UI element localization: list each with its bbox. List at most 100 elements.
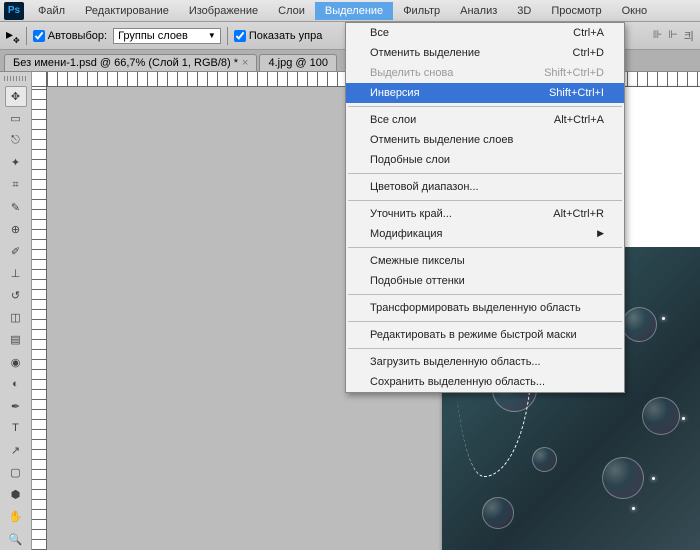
wand-tool[interactable]: ✦ [5, 153, 27, 173]
tab-label: 4.jpg @ 100 [268, 57, 328, 69]
menu-item[interactable]: Цветовой диапазон... [346, 177, 624, 197]
menu-item[interactable]: Сохранить выделенную область... [346, 372, 624, 392]
menu-item[interactable]: Уточнить край... Alt+Ctrl+R [346, 204, 624, 224]
menu-item-label: Все слои [370, 114, 416, 126]
menu-shortcut: Alt+Ctrl+A [554, 114, 604, 126]
eyedropper-tool[interactable]: ✎ [5, 197, 27, 217]
hand-tool[interactable]: ✋ [5, 507, 27, 527]
menu-image[interactable]: Изображение [179, 2, 268, 20]
menu-3d[interactable]: 3D [507, 2, 541, 20]
menu-item-label: Уточнить край... [370, 208, 452, 220]
menu-item[interactable]: Подобные слои [346, 150, 624, 170]
stamp-tool[interactable]: ⊥ [5, 263, 27, 283]
menu-layers[interactable]: Слои [268, 2, 315, 20]
move-tool-icon: ▸✥ [6, 26, 20, 45]
path-tool[interactable]: ↗ [5, 440, 27, 460]
3d-tool[interactable]: ⬢ [5, 485, 27, 505]
app-logo: Ps [4, 2, 24, 20]
autoselect-checkbox[interactable]: Автовыбор: [33, 30, 107, 42]
menu-separator [348, 200, 622, 201]
menu-analysis[interactable]: Анализ [450, 2, 507, 20]
divider [227, 27, 228, 45]
heal-tool[interactable]: ⊕ [5, 219, 27, 239]
ruler-vertical[interactable] [32, 87, 47, 550]
history-brush-tool[interactable]: ↺ [5, 286, 27, 306]
menu-item-label: Сохранить выделенную область... [370, 376, 545, 388]
submenu-arrow-icon: ▶ [597, 228, 604, 240]
menu-item-label: Трансформировать выделенную область [370, 302, 581, 314]
menu-item[interactable]: Отменить выделение слоев [346, 130, 624, 150]
menu-item[interactable]: Редактировать в режиме быстрой маски [346, 325, 624, 345]
menu-item[interactable]: Трансформировать выделенную область [346, 298, 624, 318]
document-tab[interactable]: Без имени-1.psd @ 66,7% (Слой 1, RGB/8) … [4, 54, 257, 71]
show-controls-input[interactable] [234, 30, 246, 42]
menu-item-label: Отменить выделение [370, 47, 480, 59]
menu-item-label: Все [370, 27, 389, 39]
type-tool[interactable]: T [5, 418, 27, 438]
brush-tool[interactable]: ✐ [5, 241, 27, 261]
panel-grip[interactable] [4, 76, 28, 81]
close-icon[interactable]: × [242, 57, 248, 69]
menu-item-label: Цветовой диапазон... [370, 181, 479, 193]
menu-separator [348, 348, 622, 349]
chevron-down-icon: ▼ [208, 31, 216, 40]
menu-item[interactable]: Подобные оттенки [346, 271, 624, 291]
eraser-tool[interactable]: ◫ [5, 308, 27, 328]
blur-tool[interactable]: ◉ [5, 352, 27, 372]
menu-separator [348, 247, 622, 248]
menu-file[interactable]: Файл [28, 2, 75, 20]
menu-item[interactable]: Модификация ▶ [346, 224, 624, 244]
menu-item-label: Модификация [370, 228, 443, 240]
menu-separator [348, 173, 622, 174]
menu-item-label: Загрузить выделенную область... [370, 356, 541, 368]
dodge-tool[interactable]: ◐ [5, 374, 27, 394]
menu-item-label: Отменить выделение слоев [370, 134, 513, 146]
autoselect-input[interactable] [33, 30, 45, 42]
menu-select[interactable]: Выделение [315, 2, 393, 20]
autoselect-dropdown[interactable]: Группы слоев ▼ [113, 28, 221, 44]
menu-item-label: Редактировать в режиме быстрой маски [370, 329, 577, 341]
menu-view[interactable]: Просмотр [541, 2, 611, 20]
menu-filter[interactable]: Фильтр [393, 2, 450, 20]
autoselect-label: Автовыбор: [48, 30, 107, 42]
menu-item-label: Выделить снова [370, 67, 453, 79]
marquee-tool[interactable]: ▭ [5, 109, 27, 129]
move-tool[interactable]: ✥ [5, 86, 27, 106]
align-icon[interactable]: 킈 [684, 28, 694, 44]
menu-shortcut: Alt+Ctrl+R [553, 208, 604, 220]
menu-edit[interactable]: Редактирование [75, 2, 179, 20]
menu-shortcut: Ctrl+A [573, 27, 604, 39]
document-tab[interactable]: 4.jpg @ 100 [259, 54, 337, 71]
select-menu-dropdown: Все Ctrl+A Отменить выделениеCtrl+D Выделит… [345, 22, 625, 393]
pen-tool[interactable]: ✒ [5, 396, 27, 416]
menu-shortcut: Shift+Ctrl+I [549, 87, 604, 99]
menu-item[interactable]: Отменить выделениеCtrl+D [346, 43, 624, 63]
menu-separator [348, 321, 622, 322]
menu-item[interactable]: Смежные пикселы [346, 251, 624, 271]
gradient-tool[interactable]: ▤ [5, 330, 27, 350]
tab-label: Без имени-1.psd @ 66,7% (Слой 1, RGB/8) … [13, 57, 238, 69]
show-controls-label: Показать упра [249, 30, 323, 42]
menu-item-label: Подобные оттенки [370, 275, 465, 287]
menu-item[interactable]: Инверсия Shift+Ctrl+I [346, 83, 624, 103]
crop-tool[interactable]: ⌗ [5, 175, 27, 195]
ruler-corner [32, 72, 47, 87]
zoom-tool[interactable]: 🔍 [5, 529, 27, 549]
menu-separator [348, 294, 622, 295]
lasso-tool[interactable]: ⎋ [5, 131, 27, 151]
align-icon[interactable]: ⊩ [668, 28, 678, 44]
align-icon[interactable]: ⊪ [653, 28, 663, 44]
dropdown-value: Группы слоев [118, 30, 188, 42]
menu-item-label: Инверсия [370, 87, 420, 99]
align-icons: ⊪ ⊩ 킈 [653, 28, 694, 44]
menu-item[interactable]: Загрузить выделенную область... [346, 352, 624, 372]
menubar: Ps Файл Редактирование Изображение Слои … [0, 0, 700, 22]
menu-item-label: Смежные пикселы [370, 255, 465, 267]
tool-panel: ✥ ▭ ⎋ ✦ ⌗ ✎ ⊕ ✐ ⊥ ↺ ◫ ▤ ◉ ◐ ✒ T ↗ ▢ ⬢ ✋ … [0, 72, 32, 550]
menu-item[interactable]: Все Ctrl+A [346, 23, 624, 43]
show-controls-checkbox[interactable]: Показать упра [234, 30, 323, 42]
menu-item[interactable]: Все слои Alt+Ctrl+A [346, 110, 624, 130]
shape-tool[interactable]: ▢ [5, 463, 27, 483]
menu-window[interactable]: Окно [612, 2, 658, 20]
menu-shortcut: Shift+Ctrl+D [544, 67, 604, 79]
